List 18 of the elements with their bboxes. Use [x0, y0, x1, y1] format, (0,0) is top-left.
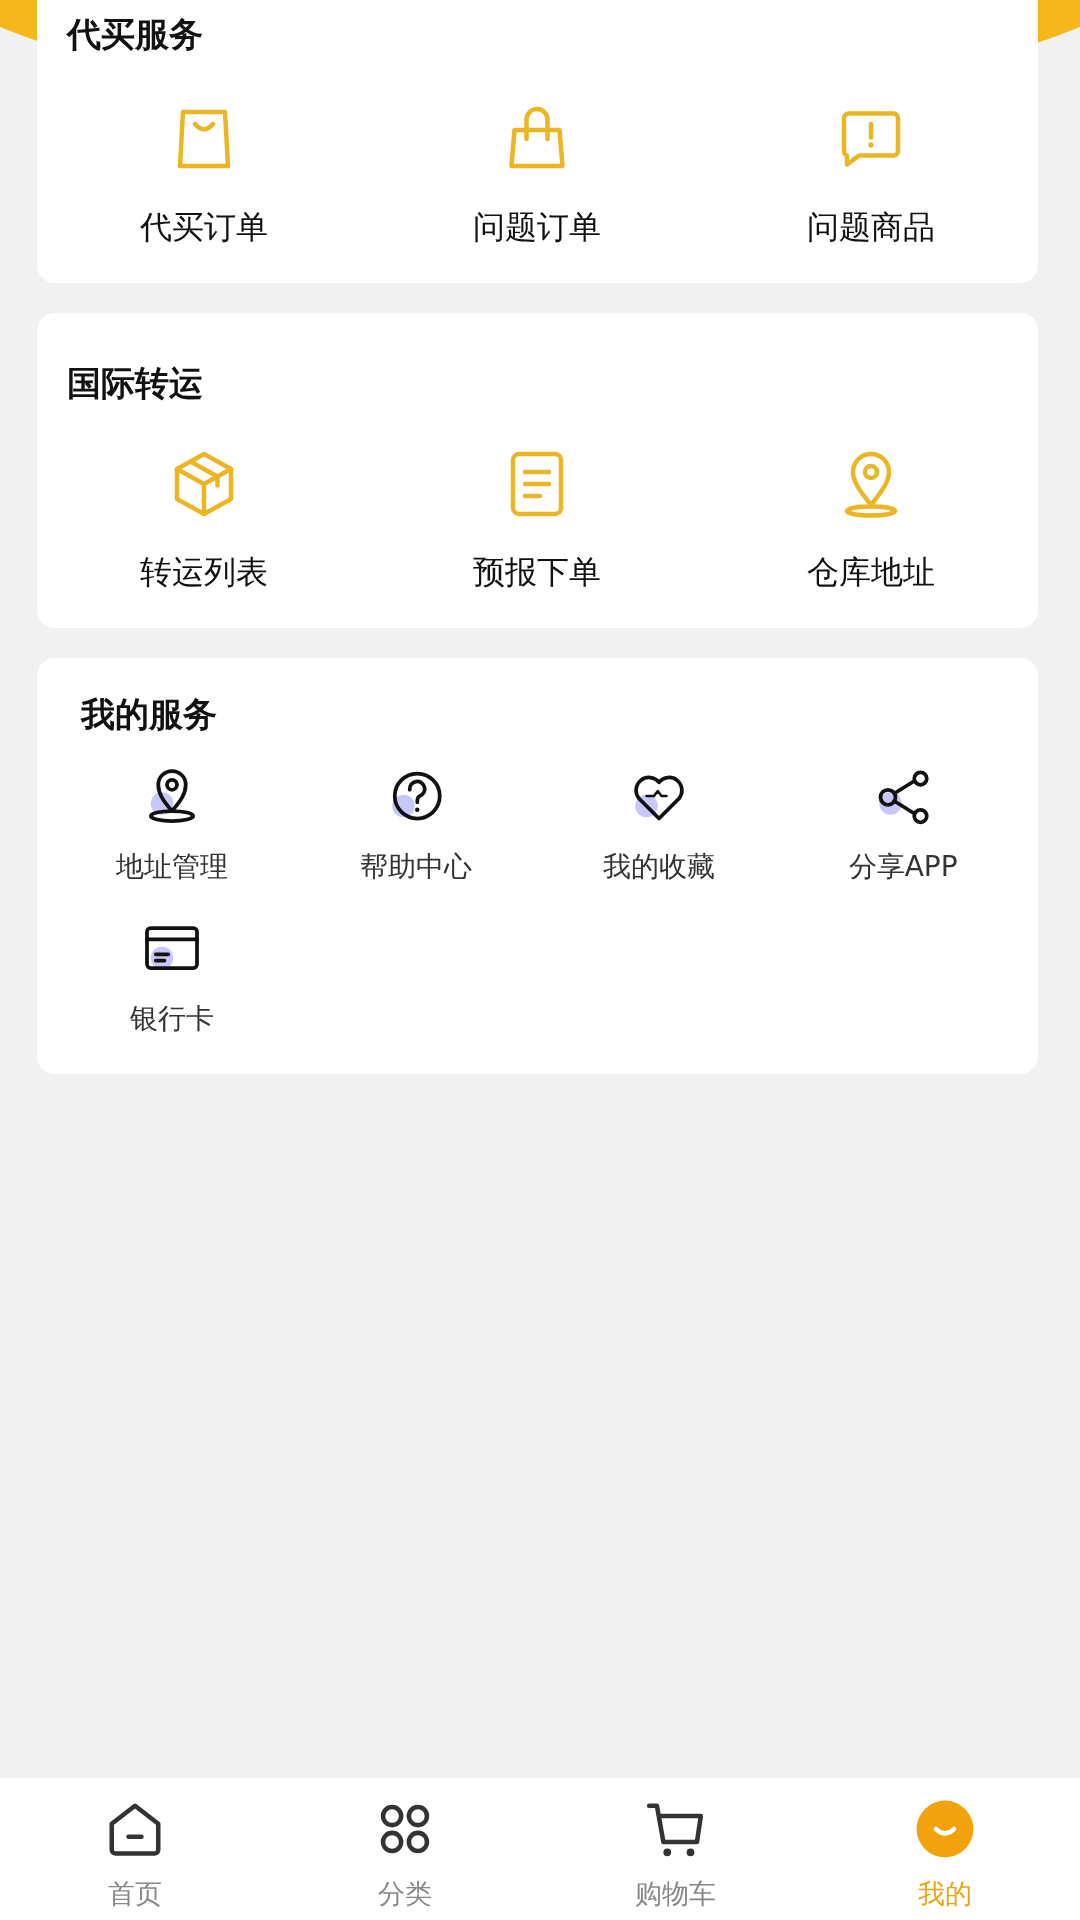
section-title: 代买服务 [67, 14, 203, 55]
service-item[interactable]: 预报下单 [370, 447, 705, 596]
section-title: 我的服务 [81, 693, 217, 735]
service-item[interactable]: 分享APP [781, 766, 1025, 889]
smile-icon [914, 1798, 976, 1860]
service-item[interactable]: 地址管理 [50, 766, 294, 889]
tab[interactable]: 首页 [0, 1778, 270, 1920]
service-item[interactable]: 转运列表 [37, 447, 371, 596]
service-item[interactable]: 银行卡 [50, 918, 294, 1041]
service-item[interactable]: 问题订单 [370, 102, 705, 251]
service-item[interactable]: 仓库地址 [704, 447, 1038, 596]
service-item[interactable]: 问题商品 [704, 102, 1038, 251]
service-item[interactable]: 代买订单 [37, 102, 371, 251]
tab[interactable]: 购物车 [540, 1778, 810, 1920]
tab[interactable]: 分类 [270, 1778, 540, 1920]
section-title: 国际转运 [67, 362, 203, 404]
service-item[interactable]: 我的收藏 [537, 766, 782, 889]
service-item[interactable]: 帮助中心 [293, 766, 538, 889]
